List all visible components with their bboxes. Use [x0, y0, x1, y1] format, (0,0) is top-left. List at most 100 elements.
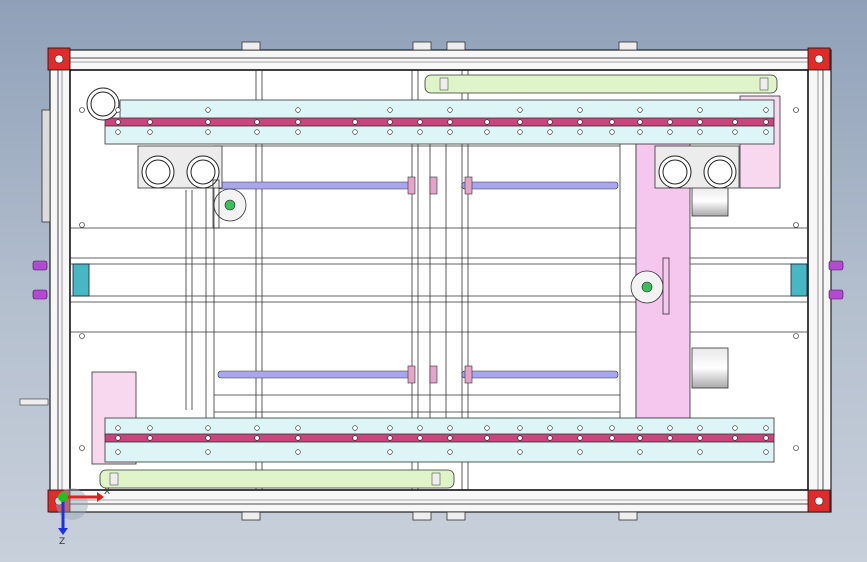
bolt: [295, 107, 301, 113]
bolt: [732, 435, 738, 441]
bolt: [577, 107, 583, 113]
y-axis-dot: [58, 492, 68, 502]
upper-green-guide: [424, 74, 778, 94]
bolt: [697, 129, 703, 135]
bolt: [637, 435, 643, 441]
bolt: [205, 107, 211, 113]
bolt: [295, 435, 301, 441]
bolt: [667, 435, 673, 441]
bolt: [763, 107, 769, 113]
bolt: [417, 425, 423, 431]
bolt: [387, 129, 393, 135]
bolt: [609, 435, 615, 441]
bolt: [637, 449, 643, 455]
bolt: [147, 129, 153, 135]
bolt: [484, 119, 490, 125]
bolt: [205, 129, 211, 135]
bolt: [577, 435, 583, 441]
bolt: [115, 449, 121, 455]
bolt: [517, 129, 523, 135]
z-axis-label: Z: [59, 537, 65, 547]
bolt: [147, 425, 153, 431]
bolt: [295, 425, 301, 431]
bolt: [637, 129, 643, 135]
bolt: [577, 449, 583, 455]
bolt: [667, 129, 673, 135]
bolt: [484, 129, 490, 135]
bolt: [637, 425, 643, 431]
bolt: [667, 425, 673, 431]
bolt: [352, 425, 358, 431]
bolt: [732, 129, 738, 135]
bolt: [254, 425, 260, 431]
bolt: [547, 435, 553, 441]
bolt: [447, 425, 453, 431]
bolt: [517, 449, 523, 455]
bolt: [387, 107, 393, 113]
bolt: [577, 129, 583, 135]
bolt: [547, 129, 553, 135]
z-axis-arrowhead: [58, 528, 68, 535]
bolt: [697, 107, 703, 113]
bolt: [697, 449, 703, 455]
bolt: [115, 425, 121, 431]
bolt: [763, 449, 769, 455]
bolt: [697, 435, 703, 441]
bolt: [205, 425, 211, 431]
bolt: [254, 119, 260, 125]
bolt: [417, 119, 423, 125]
bolt: [115, 107, 121, 113]
bolt: [115, 119, 121, 125]
bolt: [484, 425, 490, 431]
bolt: [147, 435, 153, 441]
bolt: [115, 435, 121, 441]
bolt: [295, 119, 301, 125]
bolt: [352, 435, 358, 441]
bolt: [205, 435, 211, 441]
bolt: [254, 435, 260, 441]
bolt: [387, 119, 393, 125]
cad-viewport[interactable]: X Z: [0, 0, 867, 562]
bolt: [547, 119, 553, 125]
bolt: [484, 435, 490, 441]
bolt: [732, 425, 738, 431]
bolt: [609, 425, 615, 431]
bolt: [115, 129, 121, 135]
bolt: [637, 107, 643, 113]
bolt: [609, 129, 615, 135]
bolt: [697, 425, 703, 431]
x-axis-label: X: [104, 487, 110, 497]
bolt: [352, 119, 358, 125]
bolt: [387, 449, 393, 455]
bolt: [697, 119, 703, 125]
bearing-flange-right: [630, 270, 664, 304]
bolt: [517, 119, 523, 125]
bolt: [517, 107, 523, 113]
bolt: [352, 129, 358, 135]
bolt: [637, 119, 643, 125]
bolt: [447, 129, 453, 135]
bolt: [254, 129, 260, 135]
bolt: [517, 425, 523, 431]
bolt: [517, 435, 523, 441]
bolt: [577, 119, 583, 125]
bolt: [763, 119, 769, 125]
lower-green-guide: [99, 469, 455, 489]
bolt: [295, 449, 301, 455]
bolt: [763, 129, 769, 135]
bolt: [205, 119, 211, 125]
bolt: [387, 435, 393, 441]
bolt: [609, 119, 615, 125]
bolt: [732, 119, 738, 125]
bolt: [763, 435, 769, 441]
bolt: [447, 449, 453, 455]
bolt: [205, 449, 211, 455]
bolt: [417, 129, 423, 135]
bolt: [387, 425, 393, 431]
bolt: [417, 435, 423, 441]
bolt: [667, 119, 673, 125]
bolt: [547, 425, 553, 431]
bolt: [447, 107, 453, 113]
bolt: [763, 425, 769, 431]
coordinate-triad[interactable]: X Z: [56, 487, 110, 547]
